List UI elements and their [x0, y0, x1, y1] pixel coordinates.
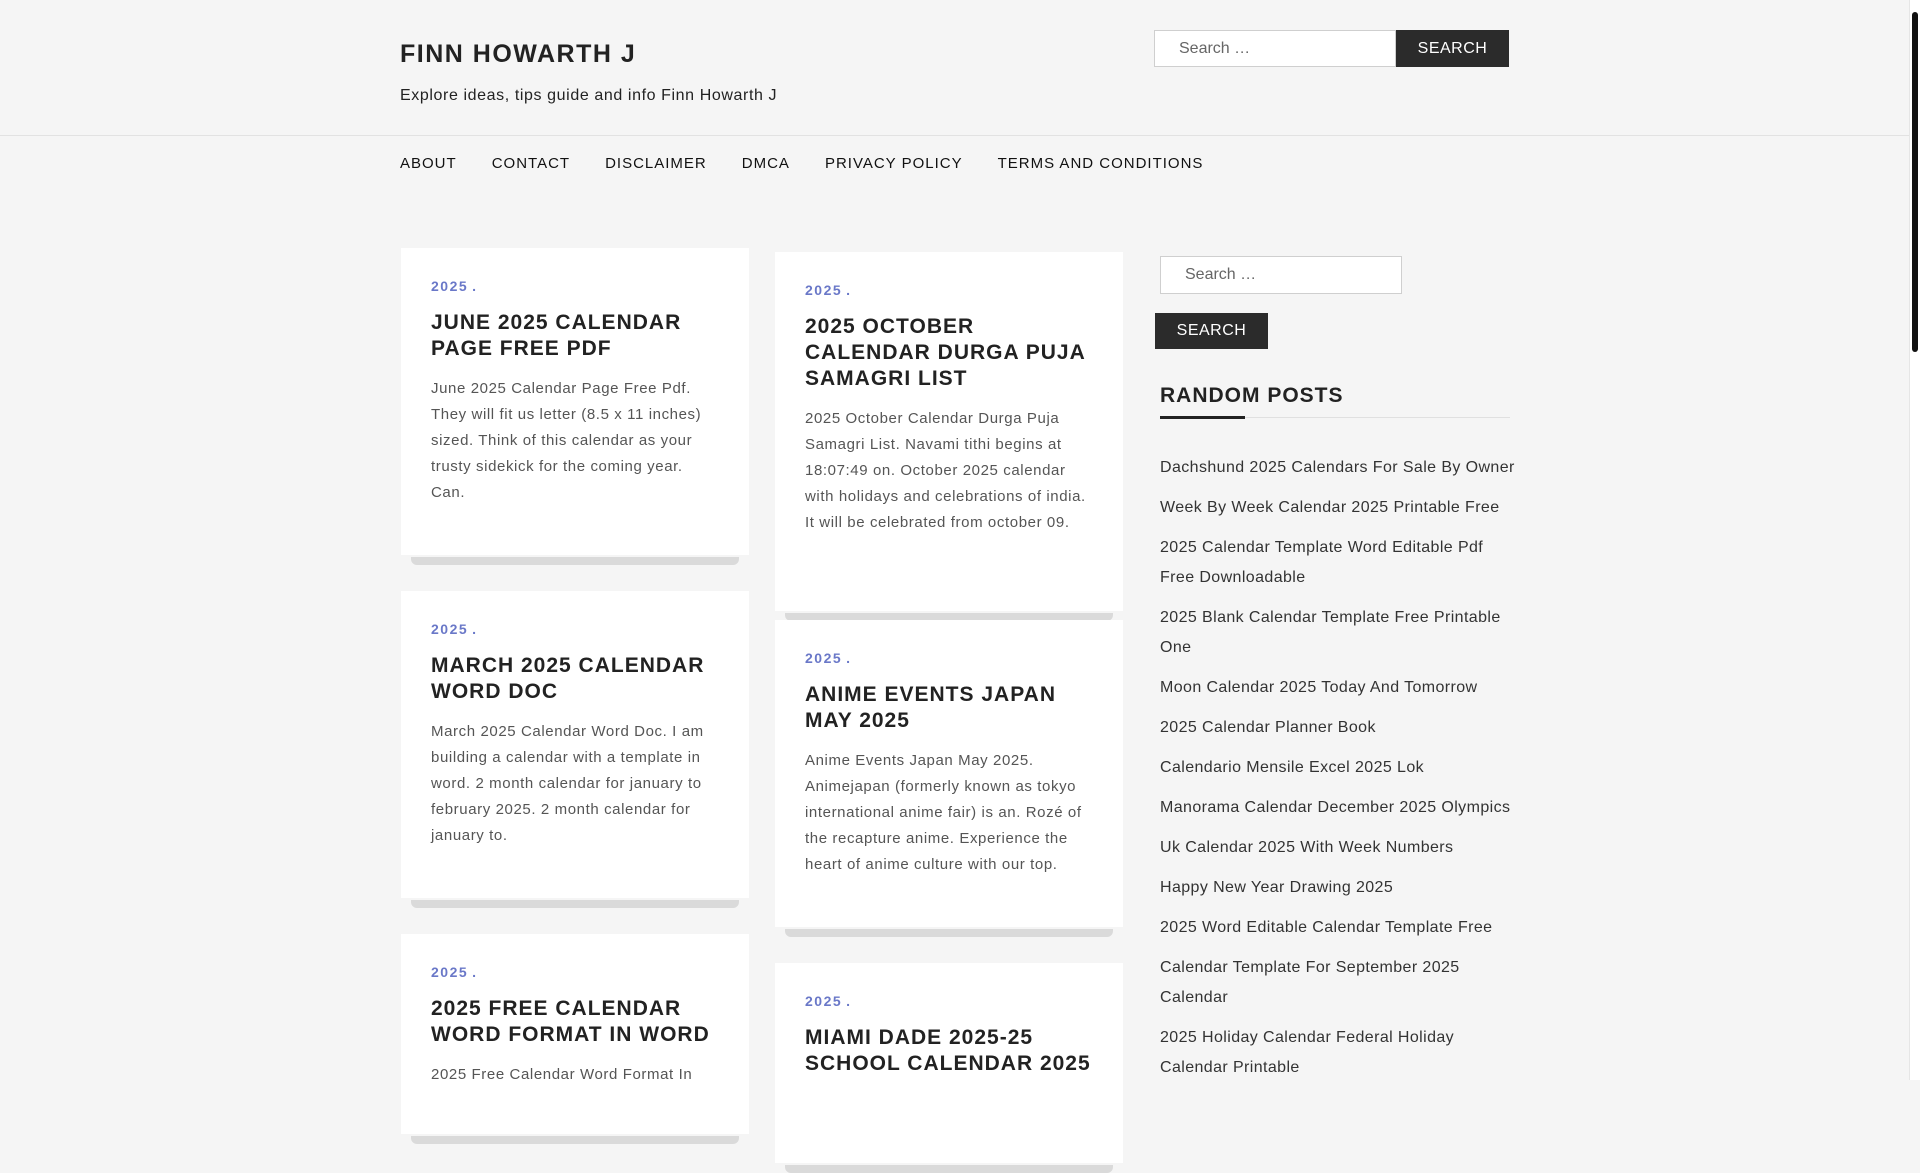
post-category[interactable]: 2025. [805, 282, 1093, 298]
random-post-link[interactable]: Uk Calendar 2025 With Week Numbers [1160, 839, 1453, 856]
list-item: Uk Calendar 2025 With Week Numbers [1160, 833, 1515, 863]
post-excerpt: June 2025 Calendar Page Free Pdf. They w… [431, 380, 702, 501]
nav-privacy-policy[interactable]: PRIVACY POLICY [825, 155, 963, 172]
list-item: Happy New Year Drawing 2025 [1160, 873, 1515, 903]
nav-dmca[interactable]: DMCA [742, 155, 790, 172]
post-card: 2025. 2025 OCTOBER CALENDAR DURGA PUJA S… [775, 252, 1123, 621]
random-post-link[interactable]: Calendario Mensile Excel 2025 Lok [1160, 759, 1424, 776]
list-item: Calendario Mensile Excel 2025 Lok [1160, 753, 1515, 783]
nav-terms-and-conditions[interactable]: TERMS AND CONDITIONS [998, 155, 1204, 172]
sidebar-search-input[interactable] [1160, 256, 1402, 294]
list-item: Moon Calendar 2025 Today And Tomorrow [1160, 673, 1515, 703]
post-card: 2025. MIAMI DADE 2025-25 SCHOOL CALENDAR… [775, 963, 1123, 1173]
post-excerpt: March 2025 Calendar Word Doc. I am build… [431, 723, 704, 844]
site-title[interactable]: FINN HOWARTH J [400, 40, 636, 69]
random-post-link[interactable]: Week By Week Calendar 2025 Printable Fre… [1160, 499, 1500, 516]
post-card: 2025. 2025 FREE CALENDAR WORD FORMAT IN … [401, 934, 749, 1144]
post-category[interactable]: 2025. [805, 650, 1093, 666]
list-item: 2025 Word Editable Calendar Template Fre… [1160, 913, 1515, 943]
post-title[interactable]: 2025 FREE CALENDAR WORD FORMAT IN WORD [431, 996, 719, 1048]
post-title[interactable]: ANIME EVENTS JAPAN MAY 2025 [805, 682, 1093, 734]
post-card: 2025. MARCH 2025 CALENDAR WORD DOC March… [401, 591, 749, 908]
random-post-link[interactable]: 2025 Calendar Planner Book [1160, 719, 1376, 736]
list-item: 2025 Holiday Calendar Federal Holiday Ca… [1160, 1023, 1515, 1083]
post-card: 2025. JUNE 2025 CALENDAR PAGE FREE PDF J… [401, 248, 749, 565]
post-title[interactable]: JUNE 2025 CALENDAR PAGE FREE PDF [431, 310, 719, 362]
random-post-link[interactable]: 2025 Calendar Template Word Editable Pdf… [1160, 539, 1483, 586]
post-card: 2025. ANIME EVENTS JAPAN MAY 2025 Anime … [775, 620, 1123, 937]
random-posts-list: Dachshund 2025 Calendars For Sale By Own… [1160, 453, 1515, 1093]
scrollbar-thumb[interactable] [1912, 12, 1918, 352]
post-excerpt: 2025 October Calendar Durga Puja Samagri… [805, 410, 1086, 531]
post-category[interactable]: 2025. [431, 964, 719, 980]
main-nav: ABOUT CONTACT DISCLAIMER DMCA PRIVACY PO… [400, 155, 1238, 172]
nav-about[interactable]: ABOUT [400, 155, 457, 172]
random-post-link[interactable]: Moon Calendar 2025 Today And Tomorrow [1160, 679, 1478, 696]
random-post-link[interactable]: 2025 Word Editable Calendar Template Fre… [1160, 919, 1492, 936]
widget-title-underline [1160, 416, 1245, 419]
post-category[interactable]: 2025. [805, 993, 1093, 1009]
header-search-form: SEARCH [1154, 30, 1509, 67]
post-excerpt: Anime Events Japan May 2025. Animejapan … [805, 752, 1082, 873]
header-search-input[interactable] [1154, 30, 1396, 67]
post-category[interactable]: 2025. [431, 278, 719, 294]
post-excerpt: 2025 Free Calendar Word Format In [431, 1066, 693, 1083]
site-description: Explore ideas, tips guide and info Finn … [400, 87, 778, 104]
nav-contact[interactable]: CONTACT [492, 155, 570, 172]
post-title[interactable]: MIAMI DADE 2025-25 SCHOOL CALENDAR 2025 [805, 1025, 1093, 1077]
random-post-link[interactable]: 2025 Blank Calendar Template Free Printa… [1160, 609, 1501, 656]
list-item: Manorama Calendar December 2025 Olympics [1160, 793, 1515, 823]
random-post-link[interactable]: Manorama Calendar December 2025 Olympics [1160, 799, 1510, 816]
random-post-link[interactable]: 2025 Holiday Calendar Federal Holiday Ca… [1160, 1029, 1454, 1076]
header-search-button[interactable]: SEARCH [1396, 30, 1509, 67]
site-header: FINN HOWARTH J Explore ideas, tips guide… [0, 0, 1909, 136]
random-post-link[interactable]: Happy New Year Drawing 2025 [1160, 879, 1393, 896]
sidebar-search-button[interactable]: SEARCH [1155, 313, 1268, 349]
list-item: Week By Week Calendar 2025 Printable Fre… [1160, 493, 1515, 523]
list-item: 2025 Blank Calendar Template Free Printa… [1160, 603, 1515, 663]
list-item: 2025 Calendar Planner Book [1160, 713, 1515, 743]
list-item: Dachshund 2025 Calendars For Sale By Own… [1160, 453, 1515, 483]
post-title[interactable]: 2025 OCTOBER CALENDAR DURGA PUJA SAMAGRI… [805, 314, 1093, 392]
list-item: 2025 Calendar Template Word Editable Pdf… [1160, 533, 1515, 593]
nav-disclaimer[interactable]: DISCLAIMER [605, 155, 707, 172]
post-category[interactable]: 2025. [431, 621, 719, 637]
random-post-link[interactable]: Calendar Template For September 2025 Cal… [1160, 959, 1460, 1006]
random-posts-heading: RANDOM POSTS [1160, 384, 1344, 407]
post-title[interactable]: MARCH 2025 CALENDAR WORD DOC [431, 653, 719, 705]
list-item: Calendar Template For September 2025 Cal… [1160, 953, 1515, 1013]
random-post-link[interactable]: Dachshund 2025 Calendars For Sale By Own… [1160, 459, 1515, 476]
page-scrollbar[interactable] [1909, 0, 1920, 1080]
